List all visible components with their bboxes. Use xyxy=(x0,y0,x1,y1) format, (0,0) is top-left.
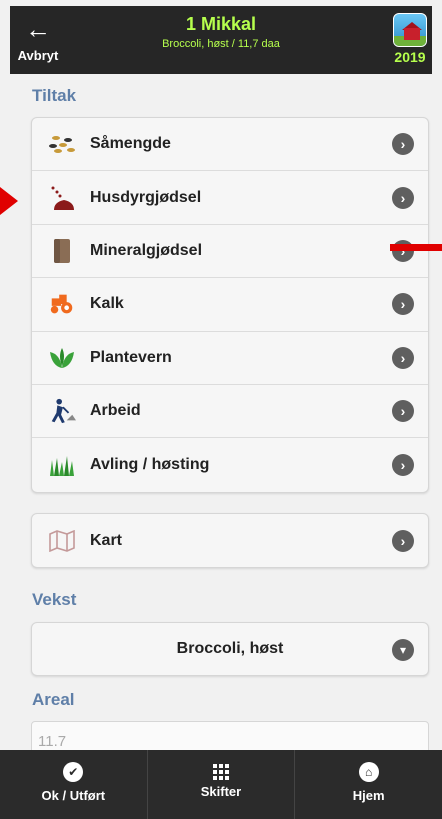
crop-select-value: Broccoli, høst xyxy=(176,640,284,657)
list-item-plantevern[interactable]: Plantevern › xyxy=(32,332,428,385)
item-label: Mineralgjødsel xyxy=(90,241,203,259)
plant-icon xyxy=(48,344,76,372)
top-bar: ← Avbryt 1 Mikkal Broccoli, høst / 11,7 … xyxy=(0,0,442,74)
chevron-down-icon: ▾ xyxy=(392,639,414,661)
list-item-husdyrgjodsel[interactable]: Husdyrgjødsel › xyxy=(32,171,428,225)
grass-icon xyxy=(48,451,76,479)
fertilizer-bag-icon xyxy=(48,237,76,265)
chevron-right-icon: › xyxy=(392,293,414,316)
chevron-right-icon: › xyxy=(392,529,414,552)
list-item-arbeid[interactable]: Arbeid › xyxy=(32,385,428,439)
ok-button[interactable]: ✔ Ok / Utført xyxy=(0,750,148,819)
home-icon: ⌂ xyxy=(358,762,379,782)
seed-icon xyxy=(48,130,76,158)
tiltak-list: Såmengde › Husdyrgjødsel › Mineralgjødse… xyxy=(31,117,429,493)
home-label: Hjem xyxy=(352,788,385,803)
chevron-right-icon: › xyxy=(392,454,414,477)
list-item-samengde[interactable]: Såmengde › xyxy=(32,118,428,172)
cancel-label: Avbryt xyxy=(17,48,59,63)
footer-bar: ✔ Ok / Utført Skifter ⌂ Hjem xyxy=(0,750,442,819)
worker-icon xyxy=(48,397,76,425)
list-item-mineralgjodsel[interactable]: Mineralgjødsel › xyxy=(32,225,428,279)
item-label: Såmengde xyxy=(90,135,171,153)
list-item-kalk[interactable]: Kalk › xyxy=(32,278,428,332)
grid-icon xyxy=(213,764,229,780)
crop-select[interactable]: Broccoli, høst ▾ xyxy=(31,622,429,676)
page-title: 1 Mikkal xyxy=(185,14,257,34)
map-icon xyxy=(48,527,76,555)
home-button[interactable]: ⌂ Hjem xyxy=(295,750,442,819)
chevron-right-icon: › xyxy=(392,400,414,423)
arrow-left-icon: ← xyxy=(25,14,51,44)
tractor-icon xyxy=(48,290,76,318)
item-label: Plantevern xyxy=(90,348,172,366)
map-list: Kart › xyxy=(31,513,429,569)
chevron-right-icon: › xyxy=(392,186,414,209)
page-subtitle: Broccoli, høst / 11,7 daa xyxy=(162,38,280,50)
cancel-button[interactable]: ← Avbryt xyxy=(10,6,66,74)
annotation-arrow xyxy=(0,187,18,215)
section-title-areal: Areal xyxy=(32,690,75,709)
chevron-right-icon: › xyxy=(392,346,414,369)
item-label: Avling / høsting xyxy=(90,456,210,474)
list-item-kart[interactable]: Kart › xyxy=(32,514,428,567)
chevron-right-icon: › xyxy=(392,133,414,156)
year-button[interactable]: 2019 xyxy=(390,10,430,70)
farm-icon xyxy=(393,13,427,47)
skifter-label: Skifter xyxy=(200,784,242,799)
annotation-marker xyxy=(390,244,442,251)
ok-label: Ok / Utført xyxy=(41,788,106,803)
item-label: Husdyrgjødsel xyxy=(90,188,202,206)
manure-icon xyxy=(48,184,76,212)
item-label: Kalk xyxy=(90,295,124,313)
section-title-vekst: Vekst xyxy=(32,590,77,609)
skifter-button[interactable]: Skifter xyxy=(148,750,296,819)
list-item-avling[interactable]: Avling / høsting › xyxy=(32,438,428,491)
item-label: Kart xyxy=(90,531,123,549)
section-title-tiltak: Tiltak xyxy=(32,86,77,105)
check-icon: ✔ xyxy=(63,762,84,782)
year-label: 2019 xyxy=(394,49,426,65)
title-area: 1 Mikkal Broccoli, høst / 11,7 daa xyxy=(80,14,362,50)
item-label: Arbeid xyxy=(90,402,141,420)
header: ← Avbryt 1 Mikkal Broccoli, høst / 11,7 … xyxy=(10,6,432,74)
